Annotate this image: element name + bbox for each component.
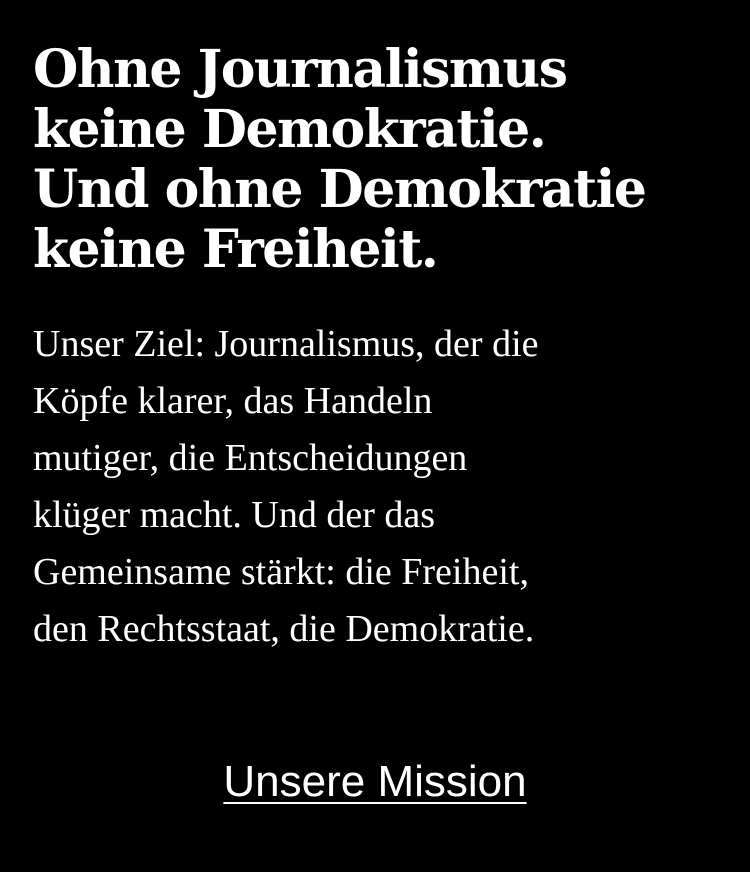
mission-link[interactable]: Unsere Mission: [223, 757, 526, 806]
description-line: den Rechtsstaat, die Demokratie.: [33, 608, 535, 650]
description-line: Unser Ziel: Journalismus, der die: [33, 323, 539, 365]
description-line: klüger macht. Und der das: [33, 494, 436, 536]
headline: Ohne Journalismus keine Demokratie. Und …: [33, 40, 720, 280]
headline-line: Ohne Journalismus: [33, 39, 568, 100]
cta-container: Unsere Mission: [0, 752, 750, 812]
headline-line: keine Freiheit.: [33, 219, 439, 280]
description-line: mutiger, die Entscheidungen: [33, 437, 468, 479]
mission-description: Unser Ziel: Journalismus, der die Köpfe …: [33, 316, 720, 658]
mission-promo-panel: Ohne Journalismus keine Demokratie. Und …: [0, 0, 750, 872]
description-line: Gemeinsame stärkt: die Freiheit,: [33, 551, 529, 593]
headline-line: keine Demokratie.: [33, 99, 547, 160]
headline-line: Und ohne Demokratie: [33, 159, 647, 220]
description-line: Köpfe klarer, das Handeln: [33, 380, 433, 422]
